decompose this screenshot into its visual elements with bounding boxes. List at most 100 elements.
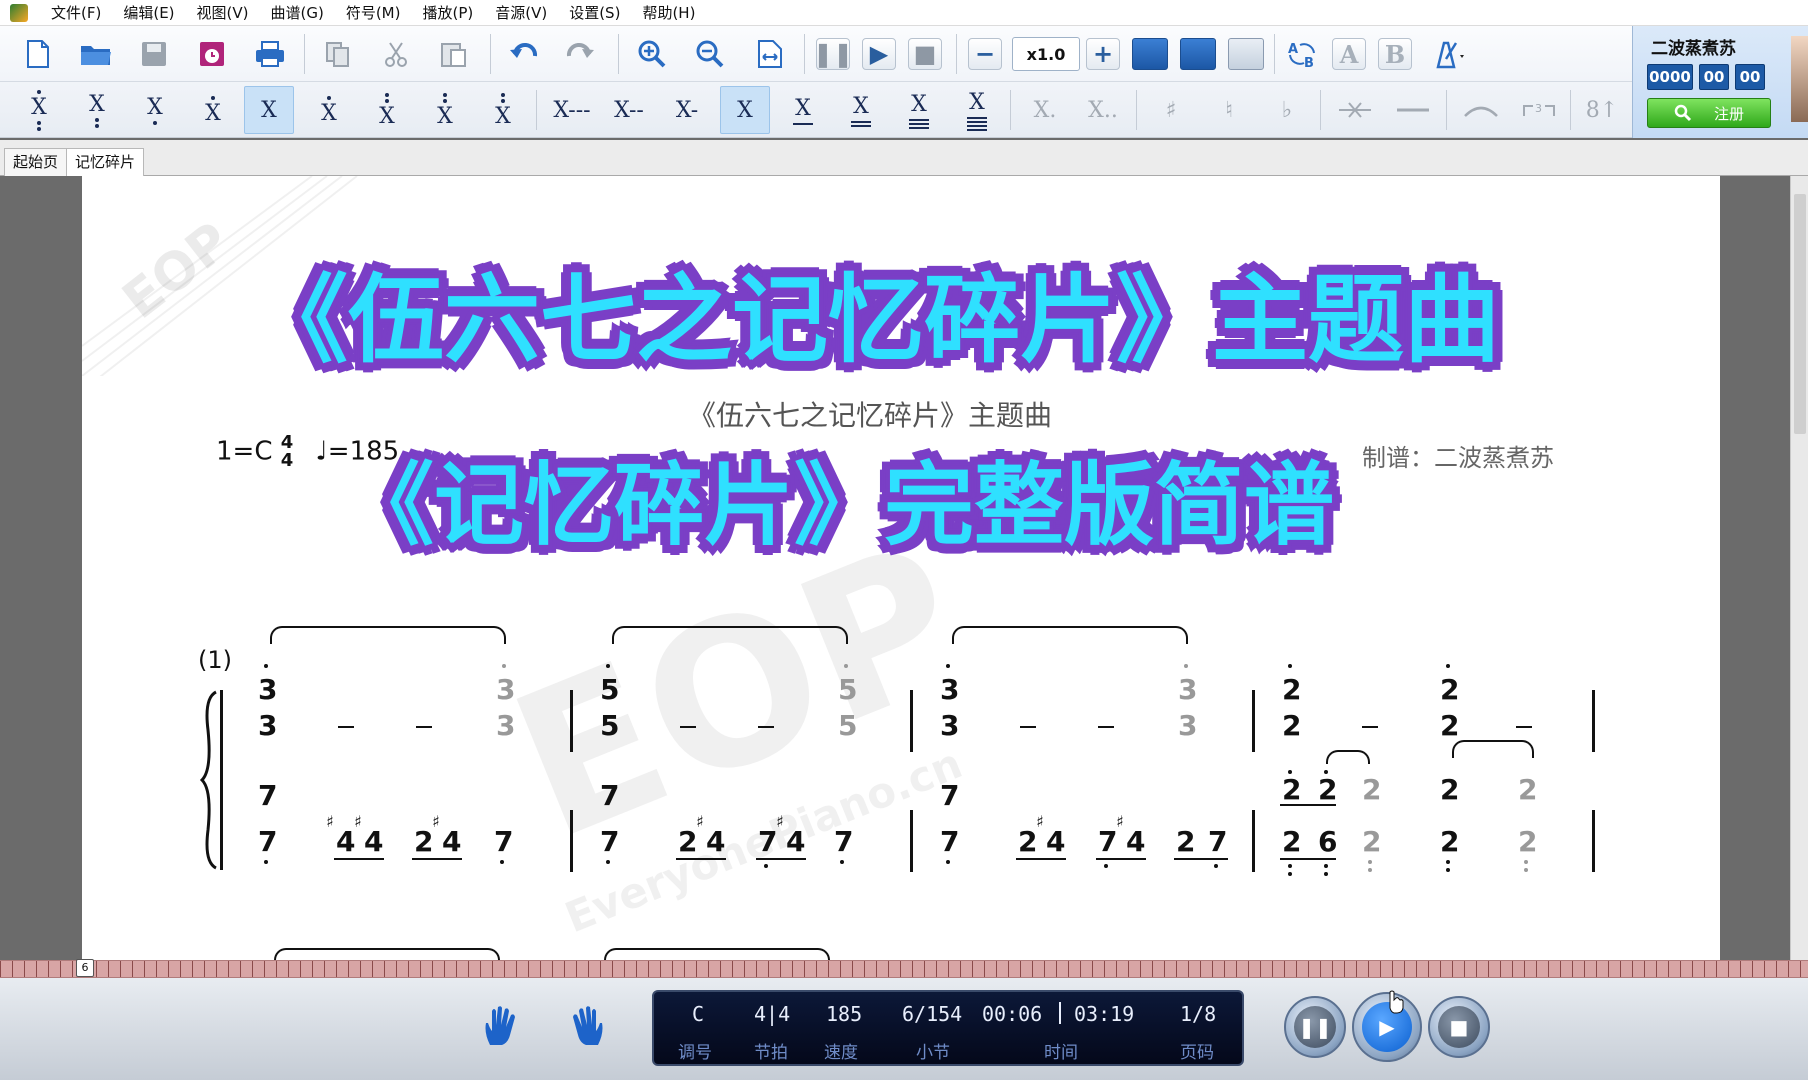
zoom-in-icon[interactable]: [632, 36, 672, 72]
barline: [910, 690, 913, 752]
triplet-icon[interactable]: 3: [1514, 86, 1564, 134]
stop-button[interactable]: ■: [1428, 996, 1490, 1058]
menu-symbol[interactable]: 符号(M): [335, 0, 412, 26]
fit-page-icon[interactable]: [750, 36, 790, 72]
note-low1-button[interactable]: X: [304, 86, 354, 134]
zoom-out-icon[interactable]: [690, 36, 730, 72]
speed-down-button[interactable]: −: [968, 38, 1002, 70]
scrollbar-thumb[interactable]: [1794, 194, 1806, 434]
duration-quarter-button[interactable]: X: [720, 86, 770, 134]
right-hand-icon[interactable]: [566, 1004, 606, 1048]
note-low3-button[interactable]: X: [420, 86, 470, 134]
octave-dot: [1324, 872, 1328, 876]
note: 5: [600, 673, 620, 706]
speed-up-button[interactable]: +: [1086, 38, 1120, 70]
mark-b-button[interactable]: B: [1378, 38, 1412, 70]
octave-up-button[interactable]: 8↑: [1578, 86, 1626, 134]
note-high2-button[interactable]: X: [72, 86, 122, 134]
equalizer-icon[interactable]: [1180, 38, 1216, 70]
open-folder-icon[interactable]: [76, 36, 116, 72]
menu-view[interactable]: 视图(V): [186, 0, 260, 26]
tie-cross-icon[interactable]: [1330, 86, 1380, 134]
note-low2-button[interactable]: X: [362, 86, 412, 134]
ab-loop-icon[interactable]: AB: [1282, 36, 1322, 72]
user-panel: 二波蒸煮苏 0000 00 00 注册: [1632, 26, 1808, 138]
note: 3: [940, 673, 960, 706]
note-mid-button[interactable]: X: [188, 86, 238, 134]
duration-dotted-half-button[interactable]: X--: [604, 86, 654, 134]
duration-64th-button[interactable]: X: [952, 86, 1002, 134]
print-icon[interactable]: [250, 36, 290, 72]
sustain-line-icon[interactable]: [1388, 86, 1438, 134]
play-icon[interactable]: ▶: [862, 38, 896, 70]
save-icon[interactable]: [134, 36, 174, 72]
menu-file[interactable]: 文件(F): [40, 0, 112, 26]
tab-start[interactable]: 起始页: [4, 148, 68, 176]
menu-sound[interactable]: 音源(V): [484, 0, 558, 26]
menu-play[interactable]: 播放(P): [411, 0, 484, 26]
duration-32nd-button[interactable]: X: [894, 86, 944, 134]
note-low4-button[interactable]: X: [478, 86, 528, 134]
play-button[interactable]: ▶: [1352, 992, 1422, 1062]
mouse-cursor-icon: [1389, 990, 1404, 1014]
stop-icon: ■: [1438, 1006, 1480, 1048]
note: 2: [1282, 673, 1302, 706]
note-normal-button[interactable]: X: [244, 86, 294, 134]
score-page[interactable]: EOP EOP EveryonePiano.cn 《伍六七之记忆碎片》主题曲 1…: [82, 176, 1720, 960]
slur: [270, 626, 506, 644]
duration-16th-button[interactable]: X: [836, 86, 886, 134]
menu-settings[interactable]: 设置(S): [558, 0, 631, 26]
status-time-label: 时间: [1044, 1043, 1078, 1063]
sustain-dash: [1516, 726, 1532, 728]
keyboard-icon[interactable]: [1132, 38, 1168, 70]
menu-edit[interactable]: 编辑(E): [112, 0, 185, 26]
barline: [570, 690, 573, 752]
slur-icon[interactable]: [1456, 86, 1506, 134]
left-hand-icon[interactable]: [482, 1004, 522, 1048]
sharp-button[interactable]: ♯: [1146, 86, 1196, 134]
sharp: ♯: [1036, 812, 1044, 831]
pause-icon[interactable]: ❚❚: [813, 38, 853, 70]
menu-help[interactable]: 帮助(H): [631, 0, 706, 26]
undo-icon[interactable]: [504, 36, 544, 72]
double-dot-button[interactable]: X..: [1078, 86, 1128, 134]
pause-button[interactable]: ❚❚: [1284, 996, 1346, 1058]
vertical-scrollbar[interactable]: [1790, 176, 1808, 960]
new-file-icon[interactable]: [18, 36, 58, 72]
speed-display[interactable]: x1.0: [1012, 37, 1080, 71]
save-timed-icon[interactable]: [192, 36, 232, 72]
stop-icon[interactable]: ■: [908, 38, 942, 70]
note-high1-button[interactable]: X: [130, 86, 180, 134]
waveform-icon[interactable]: [1228, 38, 1264, 70]
sharp: ♯: [354, 812, 362, 831]
barline-start: [220, 690, 223, 870]
note: 7: [494, 825, 514, 858]
cut-icon[interactable]: [376, 36, 416, 72]
timeline-ruler[interactable]: 6: [0, 959, 1808, 978]
position-marker[interactable]: 6: [76, 959, 94, 977]
natural-button[interactable]: ♮: [1204, 86, 1254, 134]
redo-icon[interactable]: [560, 36, 600, 72]
octave-dot: [1324, 864, 1328, 868]
note: 7: [1208, 825, 1228, 858]
note: 3: [258, 673, 278, 706]
sharp: ♯: [1116, 812, 1124, 831]
toolbar-notes: X X X X X X X X X X--- X-- X- X X X X X …: [0, 82, 1632, 138]
duration-whole-button[interactable]: X---: [546, 86, 598, 134]
avatar[interactable]: [1791, 36, 1808, 122]
beam: [1096, 858, 1146, 860]
dot-button[interactable]: X.: [1020, 86, 1070, 134]
duration-half-button[interactable]: X-: [662, 86, 712, 134]
note-high3-button[interactable]: X: [14, 86, 64, 134]
note: 2: [1440, 825, 1460, 858]
mark-a-button[interactable]: A: [1332, 38, 1366, 70]
menu-score[interactable]: 曲谱(G): [260, 0, 335, 26]
sustain-dash: [680, 726, 696, 728]
duration-eighth-button[interactable]: X: [778, 86, 828, 134]
register-button[interactable]: 注册: [1647, 98, 1771, 128]
metronome-icon[interactable]: [1428, 36, 1468, 72]
paste-icon[interactable]: [434, 36, 474, 72]
flat-button[interactable]: ♭: [1262, 86, 1312, 134]
copy-icon[interactable]: [318, 36, 358, 72]
tab-score[interactable]: 记忆碎片: [66, 148, 145, 177]
